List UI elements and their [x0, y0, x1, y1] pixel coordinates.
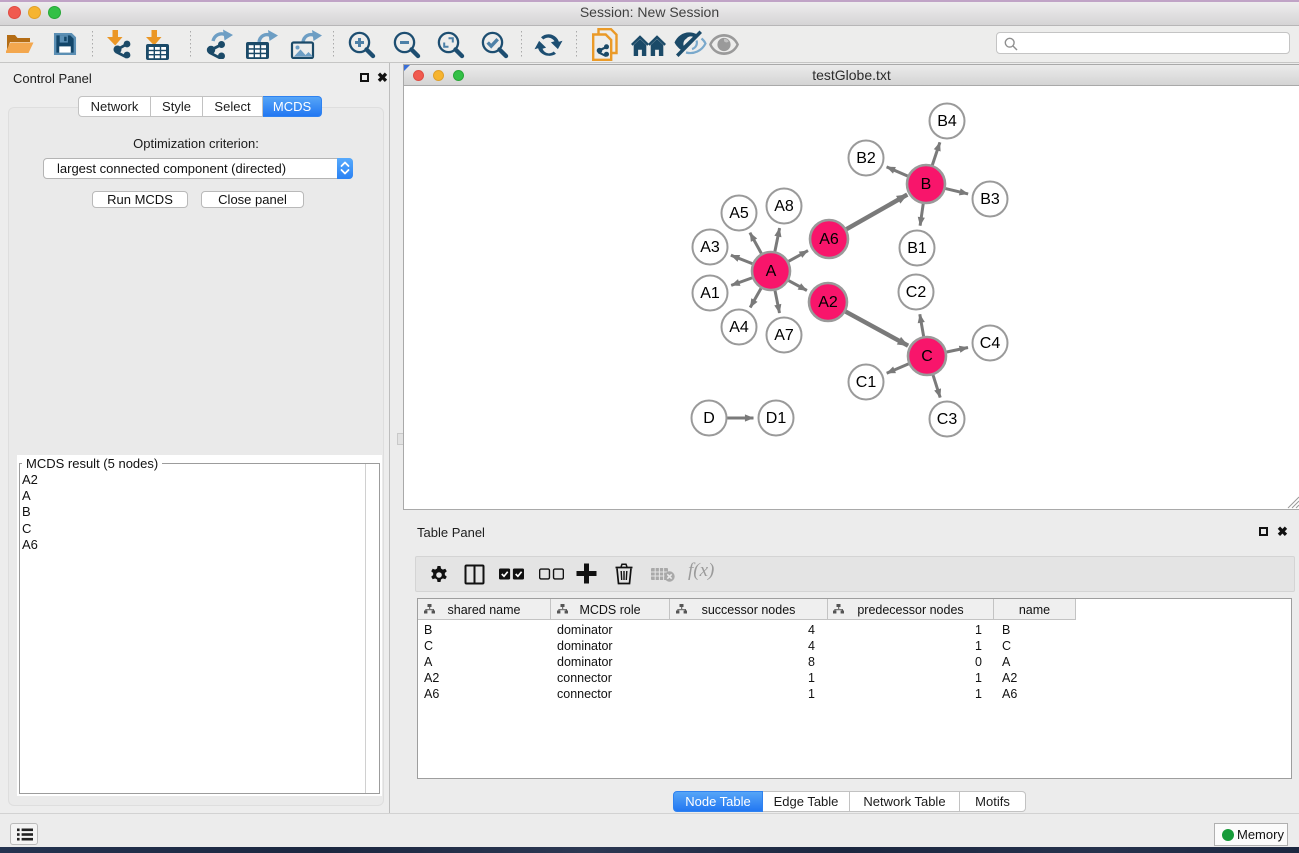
svg-text:A7: A7	[774, 327, 794, 344]
svg-text:D1: D1	[766, 410, 787, 427]
svg-text:A3: A3	[700, 239, 720, 256]
svg-text:A2: A2	[818, 294, 838, 311]
svg-text:A: A	[766, 263, 777, 280]
svg-text:A5: A5	[729, 205, 749, 222]
svg-text:A1: A1	[700, 285, 720, 302]
svg-text:B4: B4	[937, 113, 957, 130]
svg-text:C1: C1	[856, 374, 877, 391]
svg-text:B2: B2	[856, 150, 876, 167]
svg-text:A8: A8	[774, 198, 794, 215]
svg-text:B3: B3	[980, 191, 1000, 208]
svg-text:C2: C2	[906, 284, 927, 301]
svg-text:B: B	[921, 176, 932, 193]
svg-text:C: C	[921, 348, 933, 365]
svg-text:C4: C4	[980, 335, 1001, 352]
svg-text:B1: B1	[907, 240, 927, 257]
svg-text:A4: A4	[729, 319, 749, 336]
svg-text:A6: A6	[819, 231, 839, 248]
svg-text:D: D	[703, 410, 715, 427]
svg-text:C3: C3	[937, 411, 958, 428]
